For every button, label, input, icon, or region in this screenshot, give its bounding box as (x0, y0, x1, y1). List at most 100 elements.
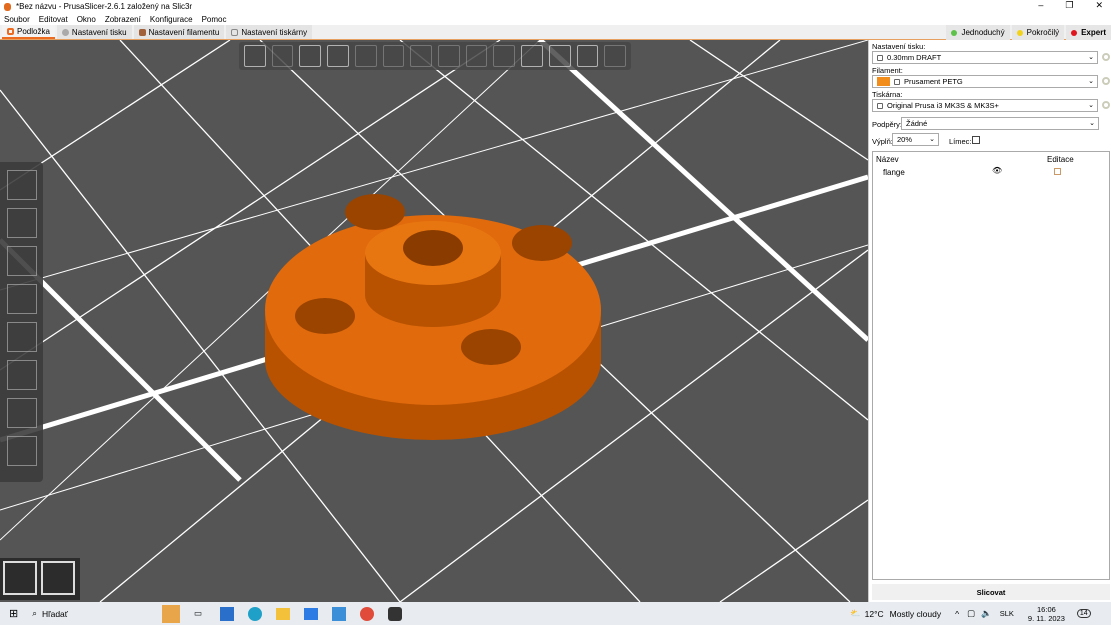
column-name[interactable]: Název (876, 155, 899, 164)
gear-icon[interactable] (1102, 77, 1110, 85)
delete-all-button[interactable] (299, 45, 322, 67)
scale-tool-button[interactable] (6, 208, 37, 238)
supports-select[interactable]: Žádné ⌄ (901, 117, 1099, 130)
lock-icon (877, 54, 883, 61)
flange-model (265, 194, 601, 440)
store-icon[interactable] (220, 606, 235, 621)
menu-soubor[interactable]: Soubor (4, 15, 30, 24)
chevron-down-icon: ⌄ (1089, 120, 1095, 127)
menu-pomoc[interactable]: Pomoc (202, 15, 227, 24)
cut-tool-button[interactable] (6, 322, 37, 352)
taskbar-search[interactable]: Hľadať (42, 609, 152, 619)
copy-button[interactable] (354, 45, 377, 67)
chevron-up-icon[interactable]: ^ (955, 609, 959, 619)
date: 9. 11. 2023 (1027, 613, 1065, 623)
seam-painting-button[interactable] (6, 398, 37, 428)
remove-instance-button[interactable] (438, 45, 460, 67)
mode-expert[interactable]: Expert (1066, 25, 1111, 40)
redo-button[interactable] (604, 45, 627, 67)
tab-print-settings[interactable]: Nastavení tisku (56, 25, 132, 39)
move-tool-button[interactable] (6, 170, 37, 200)
windows-start-icon[interactable]: ⊞ (9, 607, 18, 620)
filament-color-swatch[interactable] (877, 77, 890, 86)
mode-switch: Jednoduchý Pokročilý Expert (944, 25, 1111, 40)
menu-editovat[interactable]: Editovat (39, 15, 68, 24)
column-edit[interactable]: Editace (1047, 155, 1074, 164)
tab-filament-settings[interactable]: Nastavení filamentu (133, 25, 225, 39)
list-item[interactable]: flange 👁 (873, 166, 1109, 178)
clock[interactable]: 16:06 9. 11. 2023 (1028, 605, 1065, 623)
minimize-button[interactable]: – (1038, 0, 1043, 11)
object-list: Název Editace flange 👁 (872, 151, 1110, 580)
gear-icon[interactable] (1102, 53, 1110, 61)
chevron-down-icon: ⌄ (929, 136, 935, 143)
language-indicator[interactable]: SLK (1000, 609, 1014, 618)
close-button[interactable]: ✕ (1095, 0, 1103, 11)
infill-label: Výplň: (872, 137, 893, 146)
brim-checkbox[interactable] (972, 136, 980, 144)
select-value: 20% (897, 135, 913, 144)
object-name: flange (883, 168, 905, 177)
paste-button[interactable] (382, 45, 405, 67)
taskbar: ⊞ ⌕ Hľadať ▭ ⛅ 12°C Mostly cloudy ^ ▢ 🔈 … (0, 602, 1111, 625)
plater-icon (7, 27, 14, 35)
chevron-down-icon: ⌄ (1088, 102, 1094, 109)
slice-button[interactable]: Slicovat (872, 584, 1110, 600)
eye-icon[interactable]: 👁 (992, 166, 1002, 175)
place-on-face-button[interactable] (6, 284, 37, 314)
red-dot-icon (1071, 29, 1078, 36)
undo-button[interactable] (576, 45, 599, 67)
mode-simple[interactable]: Jednoduchý (946, 25, 1010, 40)
menu-konfigurace[interactable]: Konfigurace (150, 15, 193, 24)
infill-select[interactable]: 20% ⌄ (892, 133, 939, 146)
menu-okno[interactable]: Okno (77, 15, 96, 24)
printer-label: Tiskárna: (872, 90, 903, 99)
layers-editing-button[interactable] (548, 45, 571, 67)
network-icon[interactable]: ▢ (967, 608, 975, 619)
paint-supports-button[interactable] (6, 360, 37, 390)
rotate-tool-button[interactable] (6, 246, 37, 276)
edit-icon[interactable] (1054, 168, 1061, 175)
tab-label: Nastavení tisku (71, 27, 127, 37)
prusaslicer-logo-icon (4, 2, 11, 11)
gear-icon[interactable] (1102, 101, 1110, 109)
3d-view-button[interactable] (3, 561, 37, 595)
gear-icon (61, 28, 69, 36)
menu-zobrazeni[interactable]: Zobrazení (105, 15, 141, 24)
search-highlight-image[interactable] (161, 604, 180, 623)
notifications-badge[interactable]: 14 (1076, 609, 1091, 618)
chrome-icon[interactable] (360, 606, 375, 621)
mail-icon[interactable] (304, 607, 319, 620)
add-object-button[interactable] (244, 45, 266, 67)
tab-printer-settings[interactable]: Nastavení tiskárny (226, 25, 313, 39)
yellow-dot-icon (1016, 29, 1023, 36)
3d-viewport[interactable] (0, 40, 868, 602)
maximize-button[interactable]: ❐ (1065, 0, 1073, 11)
app-icon[interactable] (332, 606, 347, 621)
green-dot-icon (951, 29, 958, 36)
task-view-icon[interactable]: ▭ (194, 608, 202, 619)
split-objects-button[interactable] (465, 45, 488, 67)
volume-icon[interactable]: 🔈 (981, 608, 992, 619)
search-button[interactable] (521, 45, 543, 67)
weather-icon: ⛅ (850, 608, 861, 618)
supports-label: Podpěry: (872, 120, 903, 129)
measure-tool-button[interactable] (6, 436, 37, 466)
delete-button[interactable] (271, 45, 294, 67)
preview-button[interactable] (41, 561, 75, 595)
lock-icon (877, 102, 883, 109)
filament-select[interactable]: Prusament PETG ⌄ (872, 75, 1098, 88)
print-settings-select[interactable]: 0.30mm DRAFT ⌄ (872, 51, 1098, 64)
mode-advanced[interactable]: Pokročilý (1011, 25, 1065, 40)
weather-temp[interactable]: 12°C (865, 609, 884, 619)
edge-icon[interactable] (248, 606, 263, 621)
explorer-icon[interactable] (276, 607, 291, 620)
time: 16:06 (1037, 604, 1056, 614)
tab-plater[interactable]: Podložka (2, 25, 55, 39)
printer-select[interactable]: Original Prusa i3 MK3S & MK3S+ ⌄ (872, 99, 1098, 112)
arrange-button[interactable] (327, 45, 349, 67)
add-instance-button[interactable] (410, 45, 433, 67)
split-parts-button[interactable] (493, 45, 516, 67)
weather-text[interactable]: Mostly cloudy (890, 609, 942, 619)
prusaslicer-taskbar-icon[interactable] (388, 606, 403, 621)
